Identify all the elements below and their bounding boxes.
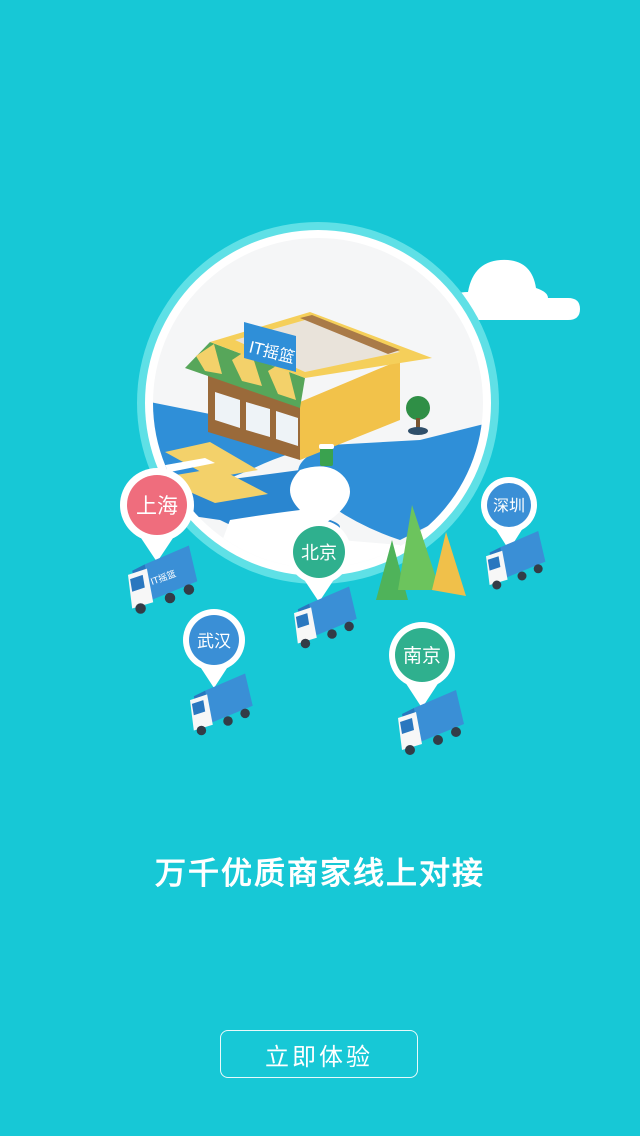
pin-label-wuhan: 武汉 <box>197 632 231 652</box>
truck-wuhan <box>190 673 253 736</box>
pin-beijing[interactable]: 北京 <box>287 520 351 602</box>
pin-wuhan[interactable]: 武汉 <box>183 609 245 688</box>
tagline: 万千优质商家线上对接 <box>155 856 485 892</box>
truck-shenzhen <box>486 531 546 590</box>
pin-label-nanjing: 南京 <box>403 645 441 667</box>
truck-beijing <box>294 586 357 649</box>
truck-nanjing <box>398 690 464 755</box>
try-now-button[interactable]: 立即体验 <box>220 1030 418 1078</box>
pin-label-beijing: 北京 <box>301 543 337 564</box>
pin-label-shenzhen: 深圳 <box>493 496 525 515</box>
delivery-network-illustration: IT摇篮 上海 武汉 北京 南京 深圳 IT摇篮 <box>120 222 580 755</box>
onboarding-screen: IT摇篮 上海 武汉 北京 南京 深圳 IT摇篮 万千优质商家线上对接 立即体验 <box>0 0 640 1136</box>
pin-shanghai[interactable]: 上海 <box>120 468 194 562</box>
truck-shanghai: IT摇篮 <box>128 545 198 614</box>
pin-label-shanghai: 上海 <box>136 494 178 518</box>
